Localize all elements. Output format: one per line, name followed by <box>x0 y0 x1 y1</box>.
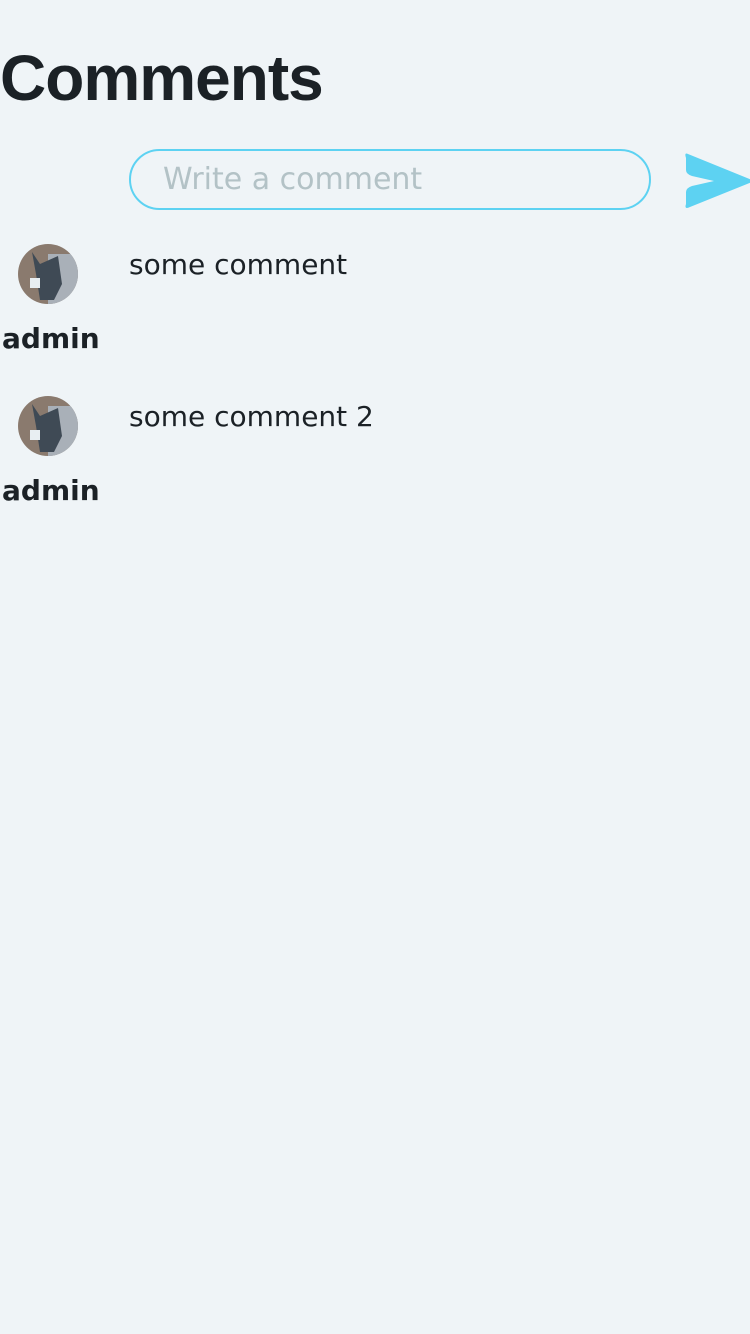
comment-username[interactable]: admin <box>2 322 100 355</box>
comment-username[interactable]: admin <box>2 474 100 507</box>
comment-input[interactable] <box>129 149 651 210</box>
avatar[interactable] <box>18 396 78 456</box>
send-icon[interactable] <box>684 152 750 210</box>
comment-text: some comment 2 <box>129 400 374 433</box>
page-title: Comments <box>0 42 324 114</box>
comment-text: some comment <box>129 248 348 281</box>
comment-item: admin some comment 2 <box>0 396 750 536</box>
comment-item: admin some comment <box>0 244 750 384</box>
avatar[interactable] <box>18 244 78 304</box>
